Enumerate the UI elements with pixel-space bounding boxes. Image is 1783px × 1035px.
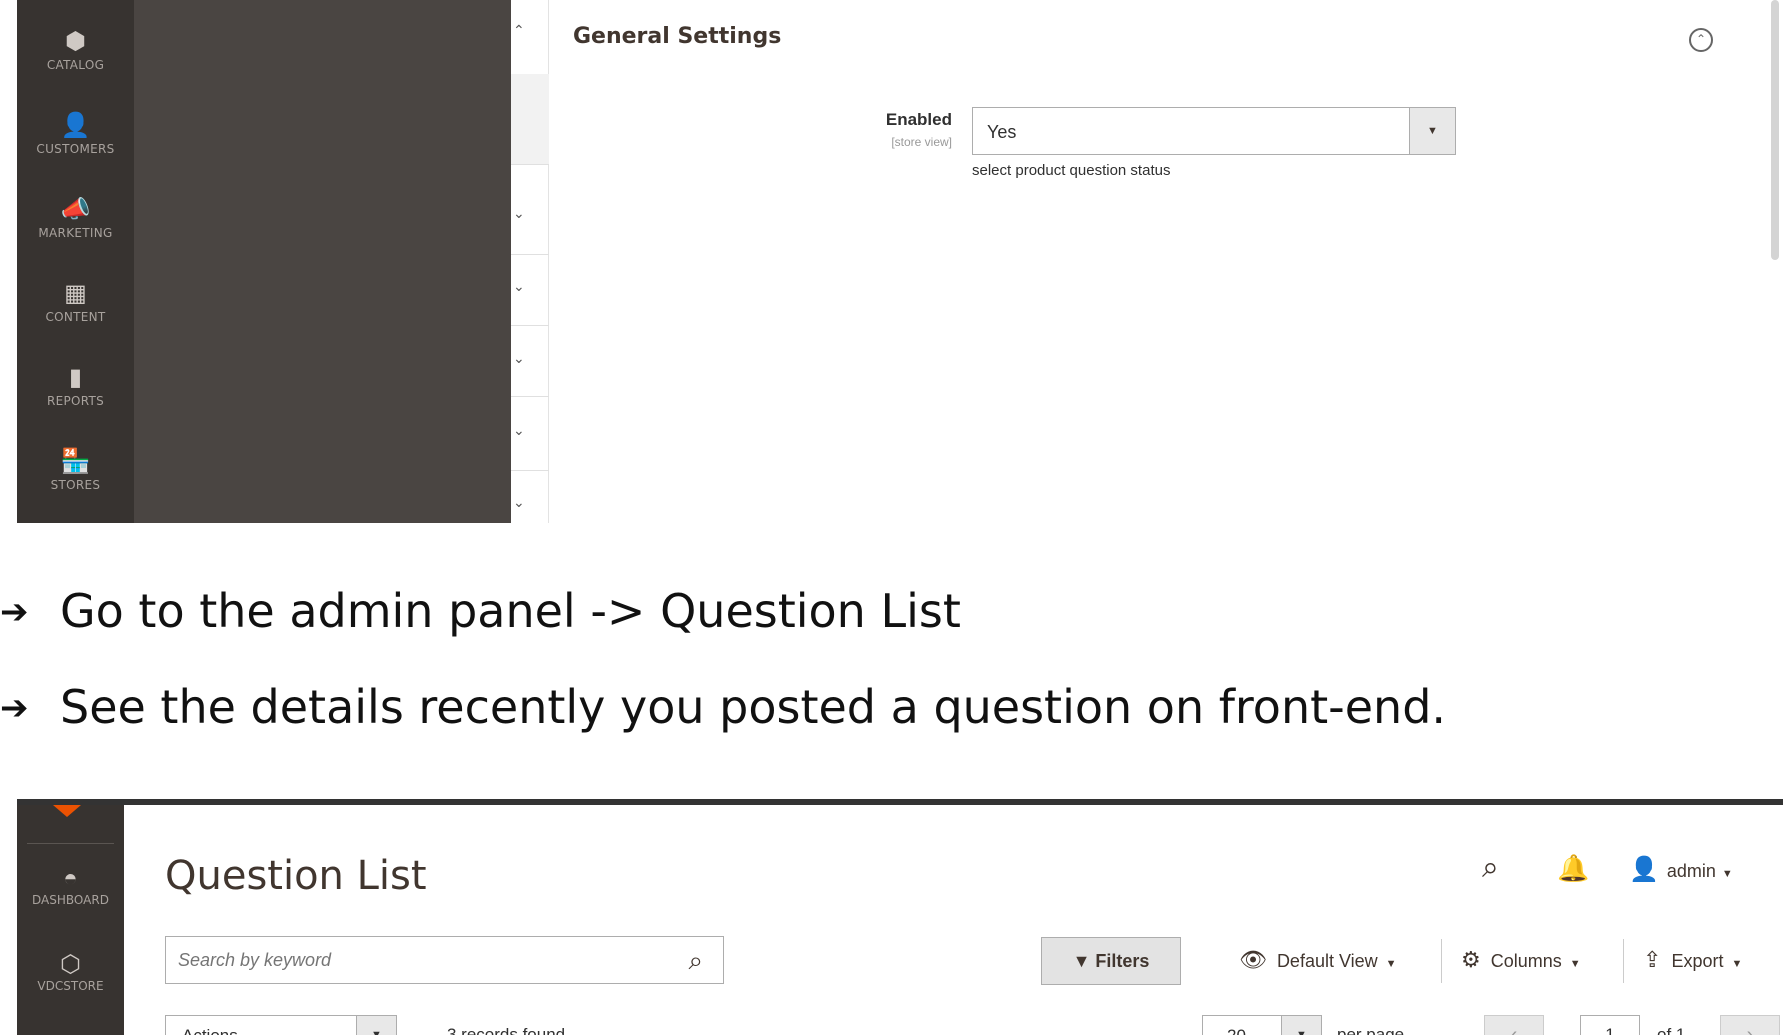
chevron-down-icon[interactable]: ⌄ bbox=[513, 494, 525, 511]
scrollbar[interactable] bbox=[1771, 0, 1779, 260]
field-note: select product question status bbox=[972, 162, 1171, 179]
enabled-select[interactable]: Yes ▼ bbox=[972, 107, 1456, 155]
caret-icon: ▼ bbox=[1385, 958, 1397, 970]
vdcstore-icon: ⬡ bbox=[60, 951, 81, 978]
caret-icon: ▼ bbox=[1721, 868, 1733, 880]
instruction-step-2: ➔ See the details recently you posted a q… bbox=[0, 680, 1446, 734]
admin-sidebar: ◓ DASHBOARD ⬡ VDCSTORE bbox=[17, 805, 124, 1035]
nav-item-marketing[interactable]: 📣 MARKETING bbox=[17, 196, 134, 240]
nav-label: CONTENT bbox=[45, 310, 106, 324]
columns-dropdown[interactable]: ⚙ Columns ▼ bbox=[1461, 947, 1581, 973]
nav-flyout-panel bbox=[134, 0, 511, 523]
eye-icon: 👁 bbox=[1239, 947, 1267, 972]
dropdown-arrow-icon[interactable]: ▼ bbox=[1409, 108, 1455, 154]
nav-item-vdcstore[interactable]: ⬡ VDCSTORE bbox=[17, 951, 124, 993]
marketing-icon: 📣 bbox=[60, 196, 91, 223]
export-label: Export bbox=[1671, 951, 1724, 971]
nav-label: DASHBOARD bbox=[32, 893, 109, 907]
columns-label: Columns bbox=[1490, 951, 1562, 971]
search-icon[interactable]: ⌕ bbox=[688, 945, 703, 977]
chevron-down-icon[interactable]: ⌄ bbox=[513, 422, 525, 439]
config-tabs-strip: ⌃ ⌄ ⌄ ⌄ ⌄ ⌄ bbox=[511, 0, 549, 523]
export-icon: ⇪ bbox=[1643, 947, 1662, 972]
nav-label: STORES bbox=[50, 478, 101, 492]
nav-item-dashboard[interactable]: ◓ DASHBOARD bbox=[17, 865, 124, 907]
settings-screenshot: ⬢ CATALOG 👤 CUSTOMERS 📣 MARKETING ▦ CONT… bbox=[17, 0, 1783, 523]
dropdown-arrow-icon: ▼ bbox=[356, 1016, 396, 1035]
keyword-search[interactable]: ⌕ bbox=[165, 936, 724, 984]
actions-label: Actions bbox=[182, 1026, 238, 1035]
chevron-down-icon[interactable]: ⌄ bbox=[513, 350, 525, 367]
chevron-down-icon[interactable]: ⌄ bbox=[513, 205, 525, 222]
export-dropdown[interactable]: ⇪ Export ▼ bbox=[1643, 947, 1742, 973]
nav-label: CATALOG bbox=[46, 58, 105, 72]
select-value: Yes bbox=[987, 122, 1017, 142]
reports-icon: ▮ bbox=[68, 364, 83, 391]
search-input[interactable] bbox=[178, 947, 658, 973]
current-page-input[interactable]: 1 bbox=[1580, 1015, 1640, 1035]
enabled-field-label: Enabled bbox=[885, 110, 952, 129]
nav-label: REPORTS bbox=[46, 394, 105, 408]
gear-icon: ⚙ bbox=[1461, 947, 1481, 972]
actions-dropdown[interactable]: Actions ▼ bbox=[165, 1015, 397, 1035]
question-list-screenshot: ◓ DASHBOARD ⬡ VDCSTORE Question List ⌕ 🔔… bbox=[17, 799, 1783, 1035]
arrow-bullet-icon: ➔ bbox=[0, 688, 29, 728]
bell-icon[interactable]: 🔔 bbox=[1557, 853, 1589, 884]
per-page-value: 20 bbox=[1227, 1026, 1246, 1035]
nav-item-customers[interactable]: 👤 CUSTOMERS bbox=[17, 112, 134, 156]
page-title: Question List bbox=[165, 853, 427, 899]
admin-sidebar: ⬢ CATALOG 👤 CUSTOMERS 📣 MARKETING ▦ CONT… bbox=[17, 0, 134, 523]
section-title[interactable]: General Settings bbox=[573, 24, 781, 49]
nav-item-reports[interactable]: ▮ REPORTS bbox=[17, 364, 134, 408]
default-view-dropdown[interactable]: 👁 Default View ▼ bbox=[1239, 947, 1397, 973]
prev-page-button[interactable]: ‹ bbox=[1484, 1015, 1544, 1035]
chevron-up-icon[interactable]: ⌃ bbox=[513, 22, 525, 39]
instruction-step-1: ➔ Go to the admin panel -> Question List bbox=[0, 584, 961, 638]
filter-icon: ▼ bbox=[1072, 951, 1091, 971]
customers-icon: 👤 bbox=[60, 112, 91, 139]
nav-item-content[interactable]: ▦ CONTENT bbox=[17, 280, 134, 324]
chevron-down-icon[interactable]: ⌄ bbox=[513, 278, 525, 295]
filters-button[interactable]: ▼ Filters bbox=[1041, 937, 1181, 985]
magento-logo-icon[interactable] bbox=[53, 805, 81, 817]
dashboard-icon: ◓ bbox=[63, 865, 78, 892]
per-page-label: per page bbox=[1337, 1025, 1405, 1035]
caret-icon: ▼ bbox=[1569, 958, 1581, 970]
per-page-select[interactable]: 20 ▼ bbox=[1202, 1015, 1322, 1035]
nav-label: MARKETING bbox=[38, 226, 113, 240]
filters-label: Filters bbox=[1095, 951, 1150, 971]
caret-icon: ▼ bbox=[1731, 958, 1743, 970]
field-scope: [store view] bbox=[891, 135, 952, 149]
user-icon: 👤 bbox=[1629, 856, 1659, 883]
content-icon: ▦ bbox=[64, 280, 87, 307]
user-name: admin bbox=[1666, 861, 1716, 881]
user-menu[interactable]: 👤 admin ▼ bbox=[1629, 855, 1733, 884]
nav-item-catalog[interactable]: ⬢ CATALOG bbox=[17, 28, 134, 72]
stores-icon: 🏪 bbox=[60, 448, 91, 475]
catalog-icon: ⬢ bbox=[65, 28, 86, 55]
next-page-button[interactable]: › bbox=[1720, 1015, 1780, 1035]
collapse-icon[interactable]: ⌃ bbox=[1689, 28, 1713, 52]
records-found: 3 records found bbox=[447, 1025, 566, 1035]
instruction-text: Go to the admin panel -> Question List bbox=[60, 584, 961, 638]
search-icon[interactable]: ⌕ bbox=[1482, 851, 1499, 885]
default-view-label: Default View bbox=[1276, 951, 1378, 971]
arrow-bullet-icon: ➔ bbox=[0, 592, 29, 632]
page-count: of 1 bbox=[1657, 1025, 1686, 1035]
dropdown-arrow-icon: ▼ bbox=[1281, 1016, 1321, 1035]
nav-label: CUSTOMERS bbox=[36, 142, 115, 156]
nav-label: VDCSTORE bbox=[37, 979, 104, 993]
instruction-text: See the details recently you posted a qu… bbox=[60, 680, 1447, 734]
nav-item-stores[interactable]: 🏪 STORES bbox=[17, 448, 134, 492]
